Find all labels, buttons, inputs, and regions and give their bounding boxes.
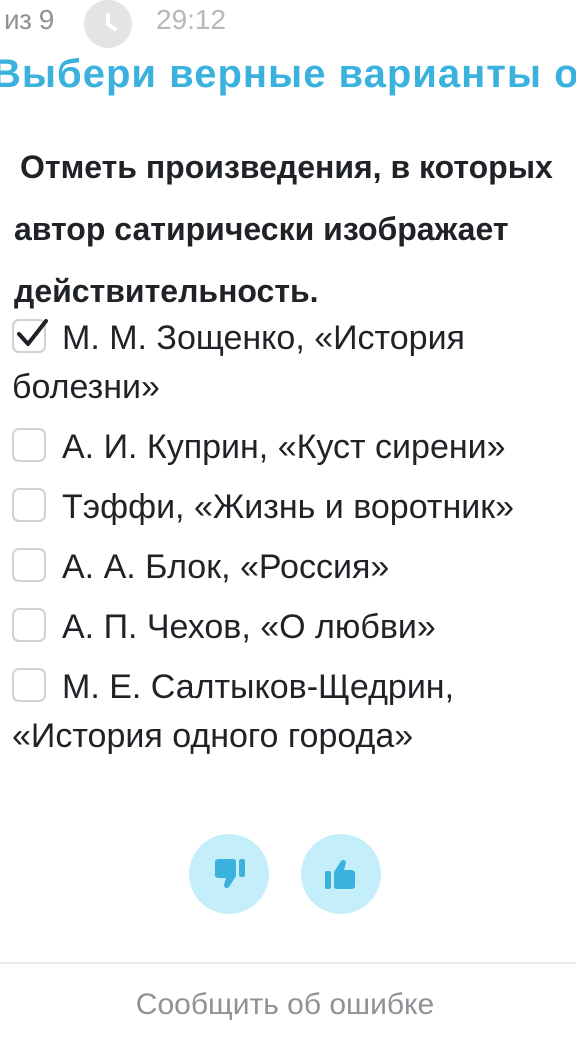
question-line-3: действительность. [14, 273, 319, 309]
option-label: А. А. Блок, «Россия» [62, 548, 390, 586]
option-label: А. И. Куприн, «Куст сирени» [62, 428, 506, 466]
checkbox[interactable] [12, 428, 46, 462]
instruction-text: Выбери верные варианты ответа [0, 58, 576, 96]
option-label: А. П. Чехов, «О любви» [62, 608, 436, 646]
question-line-2: автор сатирически изображает [14, 211, 509, 247]
option-label: М. Е. Салтыков-Щедрин, «История одного г… [12, 668, 455, 755]
answer-options: М. М. Зощенко, «История болезни» А. И. К… [12, 314, 572, 772]
feedback-buttons [0, 834, 576, 914]
checkbox[interactable] [12, 608, 46, 642]
option-4[interactable]: А. А. Блок, «Россия» [12, 543, 572, 592]
report-error-link[interactable]: Сообщить об ошибке [0, 988, 570, 1022]
instruction-banner: Выбери верные варианты ответа [0, 58, 576, 98]
question-counter: из 9 [4, 4, 54, 35]
checkbox-checked[interactable] [12, 319, 48, 353]
divider [0, 962, 576, 964]
question-line-1: Отметь произведения, в которых [20, 149, 553, 185]
option-label: Тэффи, «Жизнь и воротник» [62, 488, 514, 526]
thumbs-down-icon [214, 859, 245, 889]
option-3[interactable]: Тэффи, «Жизнь и воротник» [12, 483, 572, 532]
like-button[interactable] [301, 834, 381, 914]
option-label: М. М. Зощенко, «История болезни» [12, 319, 465, 406]
checkbox[interactable] [12, 548, 46, 582]
option-6[interactable]: М. Е. Салтыков-Щедрин, «История одного г… [12, 663, 572, 761]
top-bar: из 9 29:12 [0, 0, 576, 50]
option-1[interactable]: М. М. Зощенко, «История болезни» [12, 314, 572, 412]
checkbox[interactable] [12, 668, 46, 702]
question-text: Отметь произведения, в которых автор сат… [14, 136, 576, 322]
timer-value: 29:12 [156, 4, 227, 35]
thumbs-up-icon [325, 859, 356, 889]
option-2[interactable]: А. И. Куприн, «Куст сирени» [12, 423, 572, 472]
dislike-button[interactable] [189, 834, 269, 914]
option-5[interactable]: А. П. Чехов, «О любви» [12, 603, 572, 652]
checkbox[interactable] [12, 488, 46, 522]
clock-icon [84, 0, 132, 48]
